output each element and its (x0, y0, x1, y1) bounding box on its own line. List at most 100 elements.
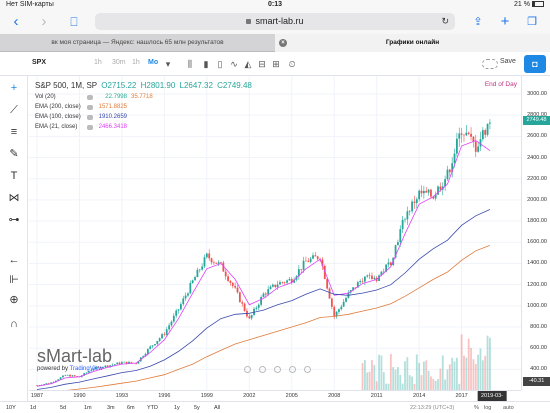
brush-icon[interactable]: ✎ (6, 146, 22, 162)
x-tick-label: 2011 (370, 393, 383, 399)
x-tick-label: 1990 (73, 393, 86, 399)
range-ytd[interactable]: YTD (147, 405, 158, 411)
tab-yandex[interactable]: вк моя страница — Яндекс: нашлось 65 млн… (0, 34, 275, 52)
range-5y[interactable]: 5y (194, 405, 200, 411)
reset-icon[interactable] (274, 366, 281, 373)
range-all[interactable]: All (214, 405, 220, 411)
x-tick-label: 2005 (285, 393, 298, 399)
eye-icon[interactable] (87, 114, 93, 120)
heikin-ashi-icon[interactable]: ⊞ (270, 58, 282, 70)
range-5d[interactable]: 5d (60, 405, 66, 411)
symbol-search[interactable]: SPX (32, 59, 46, 66)
candle-body (250, 314, 253, 319)
zoom-in-chart-icon[interactable] (289, 366, 296, 373)
volume-bar (481, 360, 484, 390)
chart-clock[interactable]: 22:13:29 (UTC+3) (410, 405, 454, 411)
back-icon[interactable]: ‹ (6, 13, 26, 31)
legend-study-ema200[interactable]: EMA (200, close) 1571.8825 (35, 102, 252, 112)
range-1y[interactable]: 1y (174, 405, 180, 411)
legend-study-ema21[interactable]: EMA (21, close) 2466.3418 (35, 122, 252, 132)
undo-icon[interactable] (482, 59, 498, 69)
forward-icon[interactable]: › (34, 13, 54, 31)
candle-body (156, 340, 159, 345)
camera-icon[interactable]: ◘ (524, 55, 546, 73)
candle-body (36, 385, 38, 386)
share-icon[interactable]: ⇪ (468, 13, 488, 31)
percent-toggle[interactable]: % (474, 405, 479, 411)
alert-clock-icon[interactable]: ⏲ (286, 58, 298, 70)
legend-study-ema100[interactable]: EMA (100, close) 1910.2659 (35, 112, 252, 122)
volume-bar (472, 359, 475, 390)
new-tab-icon[interactable]: + (495, 13, 515, 31)
interval-30m[interactable]: 30m (112, 59, 126, 66)
crosshair-icon[interactable]: + (6, 80, 22, 96)
save-button[interactable]: Save (500, 58, 516, 65)
time-axis[interactable]: 1987 1990 1993 1996 1999 2002 2005 2008 2011 2014… (29, 390, 521, 409)
magnet-icon[interactable]: ∩ (6, 316, 22, 332)
candle-body (234, 285, 237, 288)
interval-month[interactable]: Mo (148, 59, 158, 66)
price-axis[interactable]: 3000.002800.002600.002400.002200.002000.… (521, 76, 550, 390)
interval-1h-b[interactable]: 1h (132, 59, 140, 66)
interval-1h[interactable]: 1h (94, 59, 102, 66)
candle-body (189, 282, 192, 294)
y-tick-label: 1800.00 (527, 218, 547, 225)
x-tick-label: 1993 (115, 393, 129, 399)
hline-icon[interactable]: ≡ (6, 124, 22, 140)
eye-icon[interactable] (87, 124, 93, 130)
candle-body (363, 276, 366, 282)
volume-bar (479, 348, 482, 390)
candle-body (215, 262, 218, 264)
candle-body (345, 297, 347, 302)
zoom-in-icon[interactable]: ⊕ (6, 292, 22, 308)
eye-icon[interactable] (87, 104, 93, 110)
volume-bar (375, 381, 378, 390)
last-price-tag: 2749.48 (523, 116, 550, 126)
arrow-left-icon[interactable]: ← (6, 252, 22, 268)
tabs-icon[interactable]: ❐ (522, 13, 542, 31)
candle-body (411, 201, 413, 212)
range-6m[interactable]: 6m (127, 405, 135, 411)
bookmarks-icon[interactable]: ⎕ (64, 13, 84, 31)
auto-toggle[interactable]: auto (503, 405, 514, 411)
chevron-down-icon[interactable]: ▾ (162, 58, 174, 70)
candle-body (368, 275, 371, 277)
volume-bar (474, 363, 477, 390)
volume-bar (470, 347, 472, 390)
range-10y[interactable]: 10Y (6, 405, 16, 411)
line-style-icon[interactable]: ∿ (228, 58, 240, 70)
range-1m[interactable]: 1m (84, 405, 92, 411)
reload-icon[interactable]: ↻ (441, 13, 449, 30)
log-toggle[interactable]: log (484, 405, 491, 411)
url-bar[interactable]: smart-lab.ru ↻ (95, 13, 455, 30)
candle-body (309, 258, 312, 262)
tab-charts[interactable]: × Графики онлайн (275, 34, 550, 52)
scroll-left-icon[interactable] (244, 366, 251, 373)
legend-study-vol[interactable]: Vol (20) 22.7998 35.7718 (35, 92, 252, 102)
candle-body (458, 133, 461, 139)
prediction-icon[interactable]: ⊶ (6, 212, 22, 228)
range-1d[interactable]: 1d (30, 405, 36, 411)
zoom-out-icon[interactable] (259, 366, 266, 373)
volume-bar (427, 370, 430, 390)
candle-body (340, 306, 343, 310)
candle-body (302, 260, 305, 270)
scroll-right-icon[interactable] (304, 366, 311, 373)
hollow-candles-icon[interactable]: ▯ (214, 58, 226, 70)
candle-body (484, 130, 487, 135)
area-style-icon[interactable]: ◭ (242, 58, 254, 70)
text-icon[interactable]: T (6, 168, 22, 184)
pattern-icon[interactable]: ⋈ (6, 190, 22, 206)
volume-bar (392, 367, 395, 390)
eye-icon[interactable] (87, 94, 93, 100)
baseline-icon[interactable]: ⊟ (256, 58, 268, 70)
bar-style-icon[interactable]: ⫼ (184, 58, 196, 70)
chart-pane[interactable]: S&P 500, 1M, SP O2715.22 H2801.90 L2647.… (29, 76, 521, 394)
ruler-icon[interactable]: ⊩ (6, 272, 22, 288)
close-tab-icon[interactable]: × (279, 39, 287, 47)
candles-icon[interactable]: ▮ (200, 58, 212, 70)
candle-body (448, 169, 451, 173)
bottom-bar: 10Y 1d 5d 1m 3m 6m YTD 1y 5y All 22:13:2… (0, 401, 550, 413)
range-3m[interactable]: 3m (107, 405, 115, 411)
trendline-icon[interactable]: ⟋ (6, 102, 22, 118)
